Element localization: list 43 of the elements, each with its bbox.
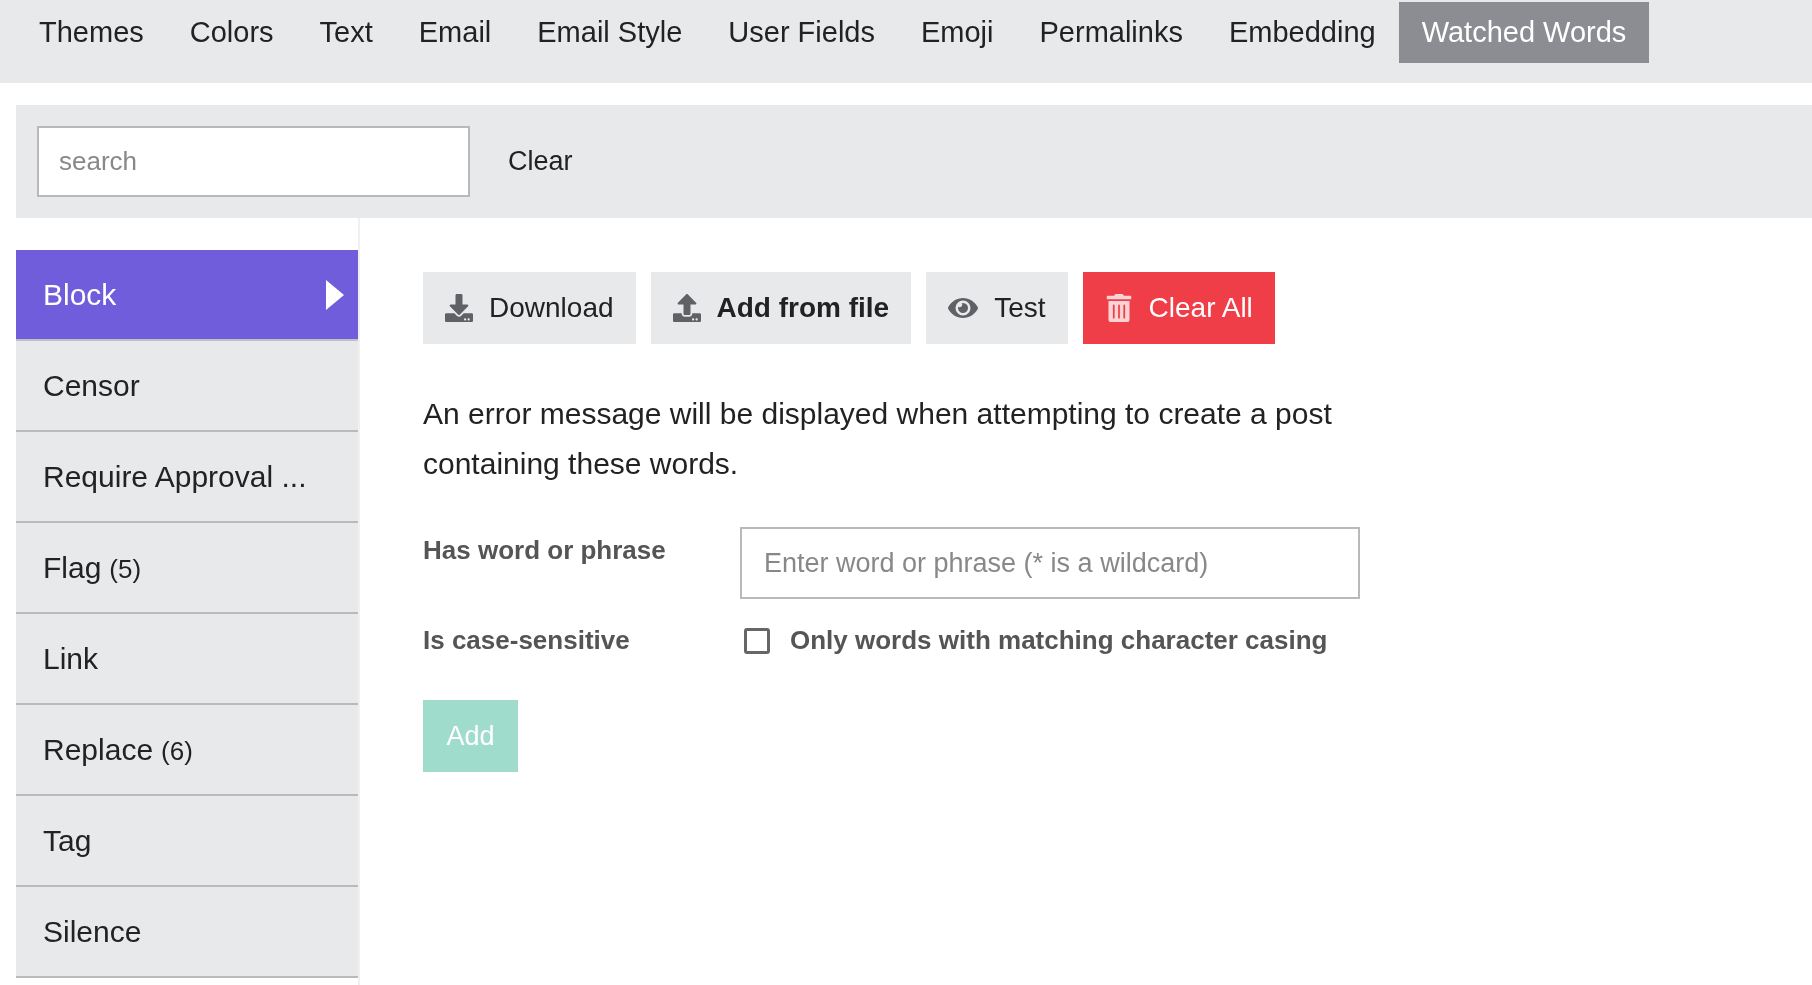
- word-input-field[interactable]: Enter word or phrase (* is a wildcard): [740, 527, 1360, 599]
- tab[interactable]: Themes: [16, 2, 167, 63]
- field-label: Is case-sensitive: [423, 625, 631, 656]
- sidebar-item[interactable]: Replace (6): [16, 705, 358, 796]
- action-button[interactable]: Download: [423, 272, 636, 344]
- caret-icon: [326, 279, 344, 310]
- sidebar-item-label: Censor: [43, 368, 140, 403]
- sidebar-item[interactable]: Link: [16, 614, 358, 705]
- sidebar-item-label: Silence: [43, 914, 142, 949]
- trash-icon: [1104, 294, 1133, 322]
- clear-link[interactable]: Clear: [508, 146, 573, 177]
- checkbox[interactable]: [744, 627, 770, 654]
- action-button[interactable]: Test: [926, 272, 1068, 344]
- tab[interactable]: Text: [296, 2, 396, 63]
- tab[interactable]: Colors: [166, 2, 297, 63]
- field-label: Has word or phrase: [423, 534, 667, 566]
- sidebar-item[interactable]: Silence: [16, 887, 358, 978]
- tab[interactable]: Embedding: [1205, 2, 1399, 63]
- action-button[interactable]: Add from file: [650, 272, 912, 344]
- sidebar-item[interactable]: Flag (5): [16, 523, 358, 614]
- item-count: (6): [161, 735, 193, 767]
- tab[interactable]: Emoji: [898, 2, 1017, 63]
- sidebar-item-label: Block: [43, 277, 117, 312]
- sidebar-item[interactable]: Censor: [16, 341, 358, 432]
- sidebar-item-label: Tag: [43, 823, 92, 858]
- item-count: (5): [109, 553, 142, 585]
- tab[interactable]: Permalinks: [1016, 2, 1206, 63]
- sidebar-item-label: Require Approval ...: [43, 459, 307, 494]
- sidebar-item-label: Replace: [43, 732, 154, 767]
- sidebar-item-label: Link: [43, 641, 99, 676]
- sidebar-item[interactable]: Block: [16, 250, 358, 341]
- sidebar-item-label: Flag: [43, 550, 102, 585]
- tab[interactable]: Email Style: [514, 2, 706, 63]
- description-text: An error message will be displayed when attempting to create a post containing these words.: [423, 396, 1333, 482]
- sidebar-item[interactable]: Require Approval ...: [16, 432, 358, 523]
- download-icon: [445, 294, 473, 322]
- tab[interactable]: Email: [395, 2, 515, 63]
- upload-icon: [672, 294, 701, 322]
- search-field[interactable]: search: [37, 126, 470, 197]
- sidebar-item[interactable]: Tag: [16, 796, 358, 887]
- tab[interactable]: User Fields: [705, 2, 898, 63]
- action-button[interactable]: Clear All: [1082, 272, 1275, 344]
- checkbox-label: Only words with matching character casing: [790, 625, 1328, 656]
